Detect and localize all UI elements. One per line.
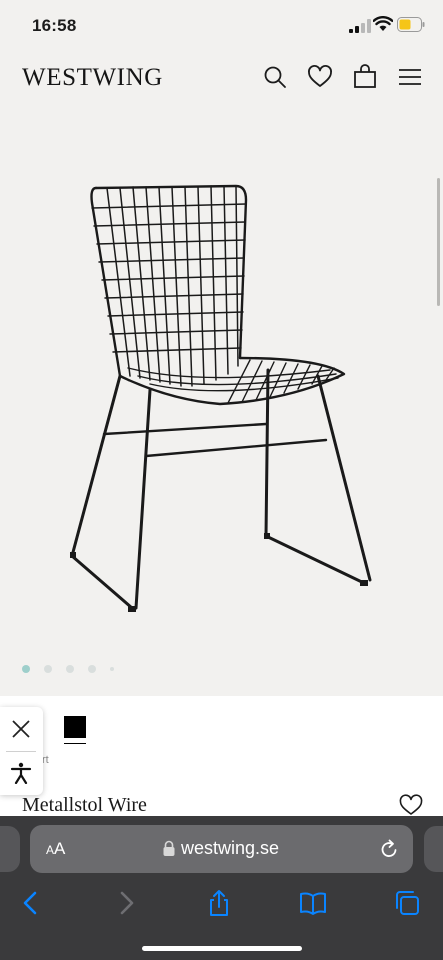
gallery-dot-2[interactable] [44,665,52,673]
product-info: rt Metallstol Wire [0,696,443,820]
url-text: westwing.se [181,838,280,858]
browser-toolbar: AA westwing.se [0,816,443,960]
search-icon[interactable] [262,64,288,90]
status-time: 16:58 [32,16,77,35]
wifi-icon [373,16,393,31]
close-icon[interactable] [10,718,32,740]
gallery-dot-1[interactable] [22,665,30,673]
back-icon[interactable] [17,889,45,917]
lock-icon [163,840,175,856]
color-label: rt [42,754,49,766]
text-size-button[interactable]: AA [46,839,65,859]
product-name: Metallstol Wire [22,794,147,816]
color-swatch-black[interactable] [64,716,86,738]
address-bar[interactable]: AA westwing.se [30,825,413,873]
next-tab-peek[interactable] [424,826,443,872]
previous-tab-peek[interactable] [0,826,20,872]
menu-icon[interactable] [397,64,423,90]
battery-icon [397,17,425,32]
status-bar: 16:58 [0,0,443,50]
gallery-pagination [0,661,443,677]
wishlist-heart-icon[interactable] [399,794,423,816]
gallery-dot-4[interactable] [88,665,96,673]
forward-icon[interactable] [112,889,140,917]
reload-icon[interactable] [378,838,400,860]
bookmarks-icon[interactable] [299,889,327,917]
wire-chair-image [70,184,372,612]
swatch-selected-indicator [64,743,86,744]
tabs-icon[interactable] [393,889,421,917]
heart-icon[interactable] [307,64,333,90]
site-header: WESTWING [0,50,443,108]
westwing-logo[interactable]: WESTWING [22,64,163,92]
widget-divider [6,751,36,752]
gallery-dot-5[interactable] [110,667,114,671]
home-indicator[interactable] [142,946,302,951]
bag-icon[interactable] [352,64,378,90]
cellular-signal-icon [349,19,371,33]
gallery-dot-3[interactable] [66,665,74,673]
accessibility-icon[interactable] [10,762,32,784]
page-scrollbar[interactable] [437,178,440,306]
product-image-gallery[interactable] [0,108,443,696]
accessibility-widget [0,707,43,795]
share-icon[interactable] [205,889,233,917]
